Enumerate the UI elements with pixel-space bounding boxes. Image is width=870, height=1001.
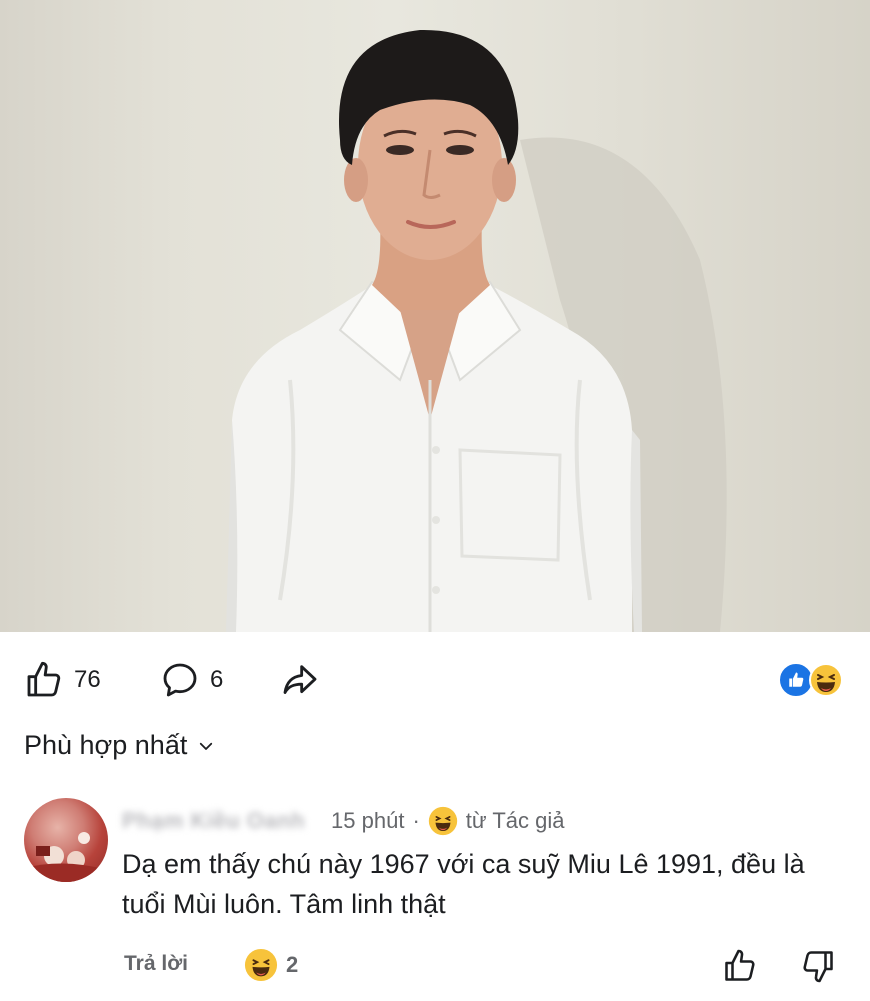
share-button[interactable] <box>280 660 320 700</box>
upvote-icon[interactable] <box>722 948 758 984</box>
post-actions-bar: 76 6 <box>0 650 870 706</box>
comment-author[interactable]: Phạm Kiều Oanh <box>122 808 305 834</box>
comment-meta: Phạm Kiều Oanh 15 phút · từ Tác giả <box>122 806 564 836</box>
thumbs-up-icon <box>27 661 61 697</box>
comment-reaction-count: 2 <box>286 952 299 977</box>
comment-count: 6 <box>210 666 224 693</box>
comment-sort-dropdown[interactable]: Phù hợp nhất <box>24 730 215 761</box>
post-photo[interactable] <box>0 0 870 632</box>
sort-label: Phù hợp nhất <box>24 730 188 760</box>
downvote-icon[interactable] <box>800 948 836 984</box>
avatar[interactable] <box>24 798 108 882</box>
reaction-summary[interactable] <box>778 662 846 698</box>
comment-time: 15 phút <box>331 808 405 833</box>
like-count: 76 <box>74 666 101 693</box>
comment-text: Dạ em thấy chú này 1967 với ca suỹ Miu L… <box>122 849 805 919</box>
share-arrow-icon <box>283 665 317 694</box>
author-reacted-label: từ Tác giả <box>465 808 565 833</box>
comment-bubble-icon <box>163 663 197 697</box>
haha-reaction-icon <box>809 663 843 697</box>
comment-reactions[interactable]: 2 <box>244 948 298 982</box>
photo-illustration <box>226 29 727 632</box>
meta-separator: · <box>412 808 420 833</box>
haha-reaction-icon <box>428 806 457 836</box>
haha-reaction-icon <box>244 948 278 982</box>
chevron-down-icon <box>200 742 213 750</box>
like-button[interactable]: 76 <box>24 660 101 700</box>
reply-button[interactable]: Trả lời <box>124 952 188 976</box>
comment-button[interactable]: 6 <box>160 660 223 700</box>
comment-actions: Trả lời 2 <box>0 946 870 986</box>
